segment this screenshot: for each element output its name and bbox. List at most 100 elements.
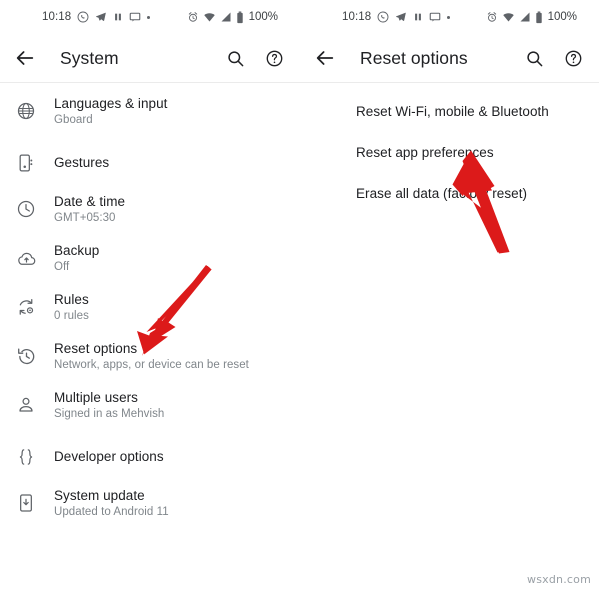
reset-row-title: Reset Wi-Fi, mobile & Bluetooth (356, 104, 549, 119)
help-button[interactable] (262, 46, 286, 70)
cloud-upload-icon (14, 246, 38, 270)
signal-icon (221, 12, 231, 22)
settings-row-subtitle: Off (54, 261, 70, 273)
whatsapp-icon (377, 11, 389, 23)
settings-row-title: Developer options (54, 449, 164, 464)
pause-icon (115, 13, 122, 21)
settings-row-text: Multiple users Signed in as Mehvish (54, 389, 164, 422)
right-app-bar-actions (522, 46, 585, 70)
right-app-bar: Reset options (300, 34, 599, 82)
settings-row-subtitle: Updated to Android 11 (54, 506, 169, 518)
status-clock: 10:18 (342, 11, 372, 23)
reset-row-erase-all-data[interactable]: Erase all data (factory reset) (300, 173, 599, 214)
person-icon (14, 393, 38, 417)
settings-row-title: Gestures (54, 155, 110, 170)
reset-row-app-preferences[interactable]: Reset app preferences (300, 132, 599, 173)
right-phone-screen: 10:18 100% Reset options Reset Wi-Fi, mo… (300, 0, 599, 592)
settings-row-subtitle: Network, apps, or device can be reset (54, 359, 249, 371)
alarm-icon (188, 12, 197, 22)
reset-row-title: Erase all data (factory reset) (356, 186, 528, 201)
battery-icon (236, 11, 243, 23)
rules-icon (14, 295, 38, 319)
battery-percent-label: 100% (248, 11, 278, 23)
system-settings-list: Languages & input Gboard Gestures Date &… (0, 83, 300, 530)
settings-row-languages-input[interactable]: Languages & input Gboard (0, 89, 300, 138)
left-app-bar-actions (223, 46, 286, 70)
left-app-bar: System (0, 34, 300, 82)
right-status-system-icons: 100% (486, 11, 577, 24)
arrow-back-icon (316, 51, 334, 65)
settings-row-title: Date & time (54, 194, 126, 209)
settings-row-subtitle: 0 rules (54, 310, 89, 322)
settings-row-text: Rules 0 rules (54, 291, 89, 324)
left-status-notifications: 10:18 (42, 11, 151, 23)
whatsapp-icon (77, 11, 89, 23)
left-phone-screen: 10:18 100% System Languages & input Gboa… (0, 0, 300, 592)
left-status-system-icons: 100% (187, 11, 278, 24)
history-icon (14, 344, 38, 368)
settings-row-backup[interactable]: Backup Off (0, 236, 300, 285)
right-status-bar: 10:18 100% (300, 0, 599, 34)
settings-row-text: Backup Off (54, 242, 99, 275)
settings-row-subtitle: GMT+05:30 (54, 212, 116, 224)
help-circle-icon (565, 50, 581, 66)
settings-row-text: System update Updated to Android 11 (54, 487, 169, 520)
help-button[interactable] (561, 46, 585, 70)
settings-row-rules[interactable]: Rules 0 rules (0, 285, 300, 334)
pause-icon (415, 13, 422, 21)
battery-percent-label: 100% (547, 11, 577, 23)
wifi-icon (203, 13, 215, 22)
settings-row-gestures[interactable]: Gestures (0, 138, 300, 187)
dual-screenshot-container: 10:18 100% System Languages & input Gboa… (0, 0, 599, 592)
settings-row-subtitle: Gboard (54, 114, 93, 126)
settings-row-system-update[interactable]: System update Updated to Android 11 (0, 481, 300, 530)
settings-row-developer-options[interactable]: Developer options (0, 432, 300, 481)
arrow-back-icon (16, 51, 34, 65)
more-notifications-dot (447, 15, 451, 19)
wifi-icon (502, 13, 514, 22)
telegram-icon (396, 12, 407, 21)
settings-row-date-time[interactable]: Date & time GMT+05:30 (0, 187, 300, 236)
page-title: Reset options (360, 47, 468, 68)
watermark: wsxdn.com (527, 573, 591, 586)
settings-row-text: Date & time GMT+05:30 (54, 193, 125, 226)
gestures-icon (14, 151, 38, 175)
braces-icon (14, 445, 38, 469)
settings-row-subtitle: Signed in as Mehvish (54, 408, 165, 420)
right-status-notifications: 10:18 (342, 11, 451, 23)
settings-row-title: Rules (54, 292, 89, 307)
message-icon (429, 12, 441, 22)
search-icon (227, 50, 243, 66)
settings-row-title: System update (54, 488, 145, 503)
left-status-bar: 10:18 100% (0, 0, 300, 34)
help-circle-icon (266, 50, 282, 66)
system-update-icon (14, 491, 38, 515)
clock-icon (14, 197, 38, 221)
settings-row-reset-options[interactable]: Reset options Network, apps, or device c… (0, 334, 300, 383)
globe-icon (14, 99, 38, 123)
settings-row-text: Developer options (54, 448, 164, 465)
back-button[interactable] (12, 45, 38, 71)
back-button[interactable] (312, 45, 338, 71)
more-notifications-dot (147, 15, 151, 19)
settings-row-title: Multiple users (54, 390, 138, 405)
settings-row-text: Gestures (54, 154, 109, 171)
settings-row-title: Reset options (54, 341, 138, 356)
settings-row-text: Languages & input Gboard (54, 95, 167, 128)
reset-row-wifi-mobile-bluetooth[interactable]: Reset Wi-Fi, mobile & Bluetooth (300, 91, 599, 132)
page-title: System (60, 47, 119, 68)
alarm-icon (487, 12, 496, 22)
settings-row-title: Languages & input (54, 96, 168, 111)
settings-row-title: Backup (54, 243, 100, 258)
search-button[interactable] (223, 46, 247, 70)
battery-icon (535, 11, 542, 23)
search-icon (526, 50, 542, 66)
settings-row-text: Reset options Network, apps, or device c… (54, 340, 249, 373)
signal-icon (520, 12, 530, 22)
message-icon (129, 12, 141, 22)
search-button[interactable] (522, 46, 546, 70)
telegram-icon (96, 12, 107, 21)
settings-row-multiple-users[interactable]: Multiple users Signed in as Mehvish (0, 383, 300, 432)
reset-options-list: Reset Wi-Fi, mobile & Bluetooth Reset ap… (300, 83, 599, 214)
status-clock: 10:18 (42, 11, 72, 23)
